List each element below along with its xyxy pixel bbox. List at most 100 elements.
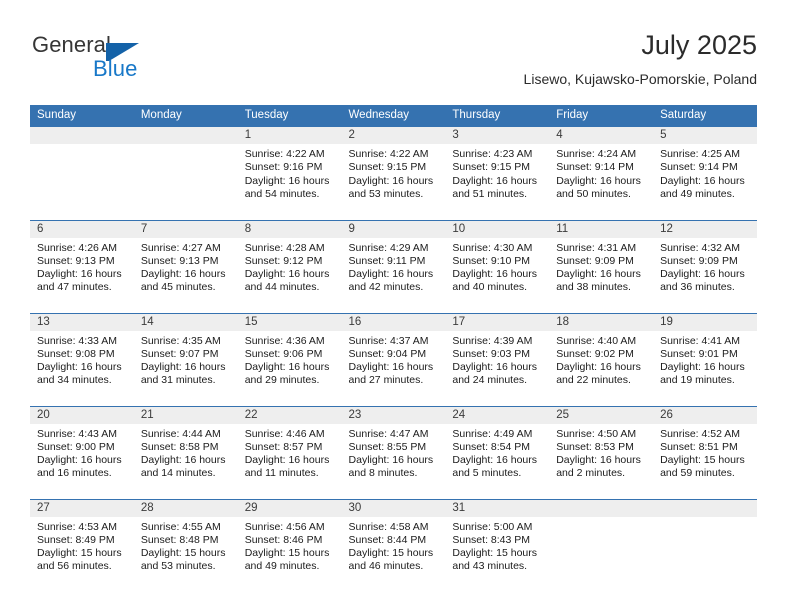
day-cell[interactable]: 27 Sunrise: 4:53 AM Sunset: 8:49 PM Dayligh… — [30, 498, 134, 592]
day-cell[interactable]: 30 Sunrise: 4:58 AM Sunset: 8:44 PM Dayligh… — [341, 498, 446, 592]
day-cell[interactable]: 25 Sunrise: 4:50 AM Sunset: 8:53 PM Dayligh… — [549, 405, 654, 499]
sunrise-text: Sunrise: 4:58 AM — [348, 520, 429, 533]
day-details: Sunrise: 4:26 AM Sunset: 9:13 PM Daylight:… — [30, 238, 134, 295]
sunrise-text: Sunrise: 4:35 AM — [140, 334, 221, 347]
daylight-text-line2: and 34 minutes. — [37, 374, 112, 387]
sunset-text: Sunset: 9:14 PM — [556, 161, 634, 174]
day-number: 8 — [237, 220, 342, 238]
day-details: Sunrise: 4:49 AM Sunset: 8:54 PM Daylight:… — [445, 424, 549, 481]
day-cell[interactable]: 11 Sunrise: 4:31 AM Sunset: 9:09 PM Dayligh… — [549, 219, 654, 313]
daylight-text-line2: and 24 minutes. — [452, 374, 528, 387]
sunset-text: Sunset: 9:00 PM — [37, 440, 115, 453]
day-number: 20 — [30, 406, 134, 424]
day-cell[interactable]: 22 Sunrise: 4:46 AM Sunset: 8:57 PM Dayligh… — [237, 405, 342, 499]
sunrise-text: Sunrise: 4:55 AM — [140, 520, 221, 533]
day-cell[interactable]: 28 Sunrise: 4:55 AM Sunset: 8:48 PM Dayligh… — [133, 498, 238, 592]
day-cell[interactable]: 8 Sunrise: 4:28 AM Sunset: 9:12 PM Daylight… — [237, 219, 342, 313]
sunset-text: Sunset: 9:01 PM — [660, 347, 738, 360]
day-number: 28 — [133, 499, 238, 517]
day-number — [653, 499, 757, 517]
daylight-text-line2: and 16 minutes. — [37, 467, 112, 480]
day-number: 16 — [341, 313, 446, 331]
day-number: 14 — [133, 313, 238, 331]
day-details: Sunrise: 4:23 AM Sunset: 9:15 PM Daylight:… — [445, 144, 549, 201]
day-cell[interactable]: 19 Sunrise: 4:41 AM Sunset: 9:01 PM Dayligh… — [653, 312, 757, 406]
day-number — [549, 499, 654, 517]
daylight-text-line2: and 8 minutes. — [348, 467, 418, 480]
sunrise-text: Sunrise: 4:33 AM — [37, 334, 117, 347]
day-number: 31 — [445, 499, 550, 517]
day-details: Sunrise: 4:47 AM Sunset: 8:55 PM Daylight:… — [342, 424, 446, 481]
day-cell[interactable]: 20 Sunrise: 4:43 AM Sunset: 9:00 PM Dayligh… — [30, 405, 134, 499]
daylight-text-line1: Daylight: 16 hours — [37, 268, 122, 281]
day-cell[interactable]: 24 Sunrise: 4:49 AM Sunset: 8:54 PM Dayligh… — [445, 405, 550, 499]
day-cell[interactable]: 3 Sunrise: 4:23 AM Sunset: 9:15 PM Daylight… — [445, 127, 550, 220]
day-cell[interactable]: 7 Sunrise: 4:27 AM Sunset: 9:13 PM Daylight… — [133, 219, 238, 313]
daylight-text-line1: Daylight: 16 hours — [140, 268, 226, 281]
daylight-text-line2: and 36 minutes. — [660, 281, 735, 294]
day-details: Sunrise: 4:55 AM Sunset: 8:48 PM Daylight:… — [134, 517, 238, 574]
sunset-text: Sunset: 9:10 PM — [452, 254, 531, 267]
daylight-text-line1: Daylight: 16 hours — [452, 174, 538, 187]
day-details: Sunrise: 4:27 AM Sunset: 9:13 PM Daylight:… — [134, 238, 238, 295]
daylight-text-line2: and 11 minutes. — [244, 467, 319, 480]
day-number: 18 — [549, 313, 654, 331]
day-cell[interactable]: 2 Sunrise: 4:22 AM Sunset: 9:15 PM Daylight… — [341, 127, 446, 220]
sunrise-text: Sunrise: 4:47 AM — [348, 427, 429, 440]
location-subtitle: Lisewo, Kujawsko-Pomorskie, Poland — [523, 71, 757, 87]
daylight-text-line1: Daylight: 16 hours — [452, 454, 538, 467]
sunrise-text: Sunrise: 4:40 AM — [556, 334, 637, 347]
calendar-page: General Blue July 2025 Lisewo, Kujawsko-… — [0, 0, 792, 612]
day-details: Sunrise: 4:31 AM Sunset: 9:09 PM Daylight:… — [549, 238, 653, 295]
sunrise-text: Sunrise: 4:43 AM — [37, 427, 117, 440]
day-number: 26 — [653, 406, 757, 424]
day-details: Sunrise: 4:29 AM Sunset: 9:11 PM Daylight:… — [342, 238, 446, 295]
day-cell[interactable]: 17 Sunrise: 4:39 AM Sunset: 9:03 PM Dayligh… — [445, 312, 550, 406]
day-number: 29 — [237, 499, 342, 517]
day-details: Sunrise: 4:43 AM Sunset: 9:00 PM Daylight:… — [30, 424, 134, 481]
day-cell[interactable]: 21 Sunrise: 4:44 AM Sunset: 8:58 PM Dayligh… — [133, 405, 238, 499]
day-cell[interactable]: 13 Sunrise: 4:33 AM Sunset: 9:08 PM Dayligh… — [30, 312, 134, 406]
daylight-text-line1: Daylight: 16 hours — [660, 174, 745, 187]
day-cell[interactable]: 4 Sunrise: 4:24 AM Sunset: 9:14 PM Daylight… — [549, 127, 654, 220]
sunset-text: Sunset: 9:13 PM — [140, 254, 219, 267]
day-number: 24 — [445, 406, 550, 424]
daylight-text-line2: and 44 minutes. — [244, 281, 320, 294]
sunrise-text: Sunrise: 4:44 AM — [140, 427, 221, 440]
sunset-text: Sunset: 8:48 PM — [140, 533, 219, 546]
daylight-text-line2: and 19 minutes. — [660, 374, 735, 387]
sunset-text: Sunset: 9:08 PM — [37, 347, 115, 360]
daylight-text-line2: and 53 minutes. — [140, 560, 216, 573]
day-cell[interactable]: 23 Sunrise: 4:47 AM Sunset: 8:55 PM Dayligh… — [341, 405, 446, 499]
daylight-text-line1: Daylight: 16 hours — [37, 454, 122, 467]
day-cell[interactable]: 10 Sunrise: 4:30 AM Sunset: 9:10 PM Dayligh… — [445, 219, 550, 313]
day-cell[interactable]: 12 Sunrise: 4:32 AM Sunset: 9:09 PM Dayligh… — [653, 219, 757, 313]
day-cell[interactable]: 15 Sunrise: 4:36 AM Sunset: 9:06 PM Dayligh… — [237, 312, 342, 406]
daylight-text-line1: Daylight: 16 hours — [348, 361, 434, 374]
daylight-text-line2: and 54 minutes. — [244, 187, 320, 200]
day-cell[interactable]: 18 Sunrise: 4:40 AM Sunset: 9:02 PM Dayligh… — [549, 312, 654, 406]
daylight-text-line1: Daylight: 16 hours — [660, 268, 745, 281]
day-cell[interactable]: 16 Sunrise: 4:37 AM Sunset: 9:04 PM Dayligh… — [341, 312, 446, 406]
generalblue-logo[interactable]: General Blue — [32, 32, 202, 88]
daylight-text-line1: Daylight: 16 hours — [660, 361, 745, 374]
day-cell[interactable]: 29 Sunrise: 4:56 AM Sunset: 8:46 PM Dayligh… — [237, 498, 342, 592]
sunrise-text: Sunrise: 4:49 AM — [452, 427, 533, 440]
daylight-text-line1: Daylight: 15 hours — [140, 547, 226, 560]
day-cell[interactable]: 9 Sunrise: 4:29 AM Sunset: 9:11 PM Daylight… — [341, 219, 446, 313]
day-cell[interactable]: 6 Sunrise: 4:26 AM Sunset: 9:13 PM Daylight… — [30, 219, 134, 313]
day-cell[interactable]: 5 Sunrise: 4:25 AM Sunset: 9:14 PM Daylight… — [653, 127, 757, 220]
day-details: Sunrise: 4:53 AM Sunset: 8:49 PM Daylight:… — [30, 517, 134, 574]
day-number: 1 — [237, 127, 342, 144]
day-cell[interactable]: 31 Sunrise: 5:00 AM Sunset: 8:43 PM Dayligh… — [445, 498, 550, 592]
sunset-text: Sunset: 9:12 PM — [244, 254, 323, 267]
day-cell[interactable]: 1 Sunrise: 4:22 AM Sunset: 9:16 PM Daylight… — [237, 127, 342, 220]
daylight-text-line2: and 51 minutes. — [452, 187, 528, 200]
sunset-text: Sunset: 9:04 PM — [348, 347, 427, 360]
day-cell[interactable]: 14 Sunrise: 4:35 AM Sunset: 9:07 PM Dayligh… — [133, 312, 238, 406]
sunset-text: Sunset: 8:54 PM — [452, 440, 531, 453]
day-details: Sunrise: 4:40 AM Sunset: 9:02 PM Daylight:… — [549, 331, 653, 388]
sunset-text: Sunset: 8:57 PM — [244, 440, 323, 453]
daylight-text-line2: and 40 minutes. — [452, 281, 528, 294]
day-cell[interactable]: 26 Sunrise: 4:52 AM Sunset: 8:51 PM Dayligh… — [653, 405, 757, 499]
